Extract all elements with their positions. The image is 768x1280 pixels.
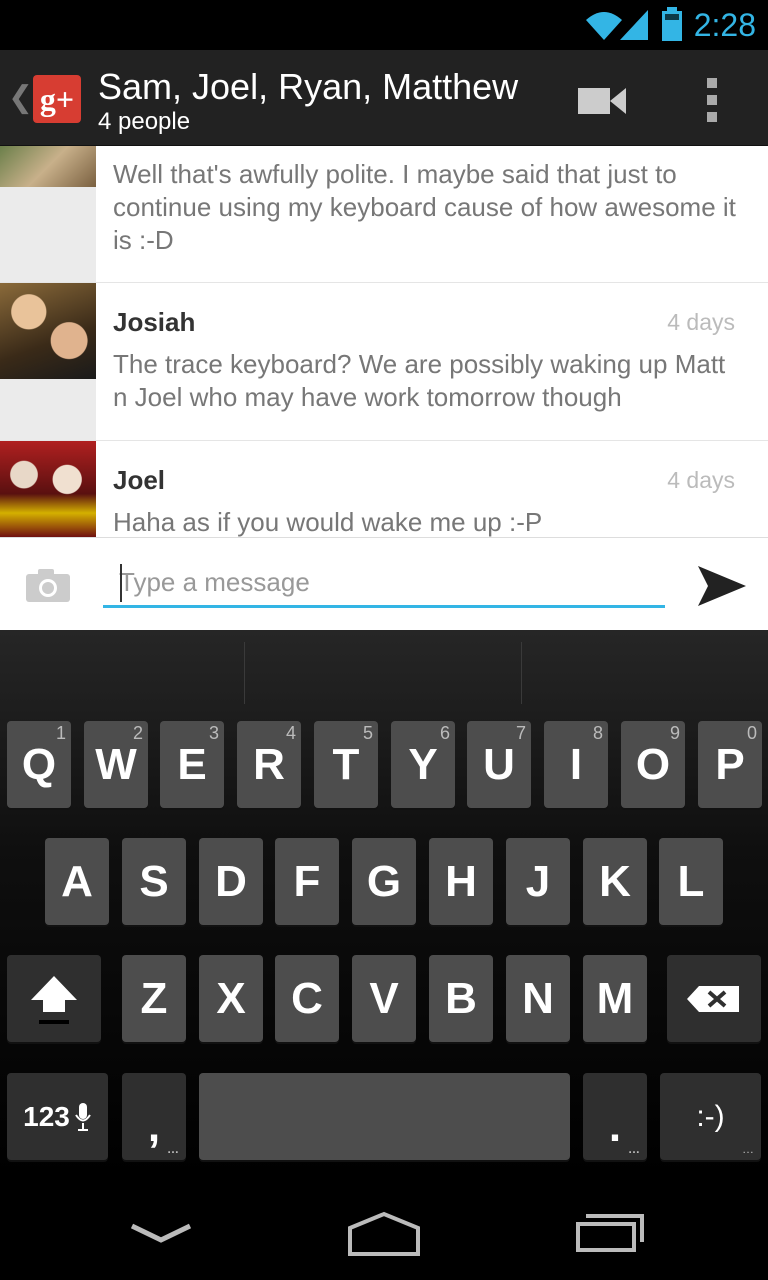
avatar-column (0, 283, 96, 440)
suggestion-divider (521, 642, 522, 704)
avatar (0, 283, 96, 379)
key-v[interactable]: V (352, 955, 416, 1042)
recent-apps-icon[interactable] (572, 1208, 648, 1254)
space-key[interactable] (199, 1073, 570, 1160)
message-item: Well that's awfully polite. I maybe said… (0, 146, 768, 283)
key-c[interactable]: C (275, 955, 339, 1042)
signal-icon (619, 10, 648, 40)
key-f[interactable]: F (275, 838, 339, 925)
period-key[interactable]: . … (583, 1073, 647, 1160)
conversation-title: Sam, Joel, Ryan, Matthew (98, 66, 519, 107)
sender-name: Josiah (113, 307, 196, 337)
backspace-icon (687, 985, 739, 1012)
key-a[interactable]: A (45, 838, 109, 925)
key-z[interactable]: Z (122, 955, 186, 1042)
key-m[interactable]: M (583, 955, 647, 1042)
avatar (0, 441, 96, 537)
action-bar: ❮ g+ Sam, Joel, Ryan, Matthew 4 people (0, 50, 768, 146)
message-list[interactable]: Well that's awfully polite. I maybe said… (0, 146, 768, 537)
key-d[interactable]: D (199, 838, 263, 925)
home-icon[interactable] (344, 1208, 424, 1258)
key-y[interactable]: Y6 (391, 721, 455, 808)
sender-name: Joel (113, 465, 166, 495)
key-b[interactable]: B (429, 955, 493, 1042)
key-t[interactable]: T5 (314, 721, 378, 808)
shift-key[interactable] (7, 955, 101, 1042)
key-k[interactable]: K (583, 838, 647, 925)
key-h[interactable]: H (429, 838, 493, 925)
key-l[interactable]: L (659, 838, 723, 925)
key-o[interactable]: O9 (621, 721, 685, 808)
key-x[interactable]: X (199, 955, 263, 1042)
microphone-icon (75, 1102, 91, 1131)
comma-key[interactable]: , … (122, 1073, 186, 1160)
key-j[interactable]: J (506, 838, 570, 925)
message-text: Well that's awfully polite. I maybe said… (113, 159, 736, 255)
google-plus-logo[interactable]: g+ (33, 75, 81, 123)
symbols-key[interactable]: 123 (7, 1073, 108, 1160)
message-input[interactable] (103, 560, 665, 608)
avatar-column (0, 441, 96, 537)
participant-count: 4 people (98, 108, 191, 135)
text-cursor (120, 564, 122, 602)
back-icon[interactable]: ❮ (8, 80, 33, 115)
message-item: Josiah 4 days The trace keyboard? We are… (0, 283, 768, 441)
compose-bar (0, 537, 768, 630)
send-icon[interactable] (696, 562, 748, 610)
key-w[interactable]: W2 (84, 721, 148, 808)
navigation-bar (0, 1178, 768, 1280)
hide-keyboard-icon[interactable] (126, 1218, 196, 1258)
status-bar: 2:28 (0, 0, 768, 50)
key-i[interactable]: I8 (544, 721, 608, 808)
shift-icon (31, 975, 77, 1024)
avatar (0, 146, 96, 187)
message-timestamp: 4 days (667, 467, 735, 493)
battery-icon (661, 7, 682, 41)
message-item: Joel 4 days Haha as if you would wake me… (0, 441, 768, 537)
key-g[interactable]: G (352, 838, 416, 925)
status-time: 2:28 (693, 6, 756, 43)
soft-keyboard: Q1 W2 E3 R4 T5 Y6 U7 I8 O9 P0 A S D F G … (0, 630, 768, 1178)
message-text: Haha as if you would wake me up :-P (113, 507, 543, 537)
message-text: The trace keyboard? We are possibly waki… (113, 349, 726, 412)
smiley-key[interactable]: :-) … (660, 1073, 761, 1160)
wifi-icon (585, 12, 622, 40)
status-icons: 2:28 (584, 0, 768, 50)
suggestion-divider (244, 642, 245, 704)
key-n[interactable]: N (506, 955, 570, 1042)
key-e[interactable]: E3 (160, 721, 224, 808)
key-s[interactable]: S (122, 838, 186, 925)
backspace-key[interactable] (667, 955, 761, 1042)
key-p[interactable]: P0 (698, 721, 762, 808)
overflow-menu-icon[interactable] (702, 78, 722, 122)
key-q[interactable]: Q1 (7, 721, 71, 808)
message-timestamp: 4 days (667, 309, 735, 335)
video-call-icon[interactable] (576, 80, 628, 120)
key-u[interactable]: U7 (467, 721, 531, 808)
key-r[interactable]: R4 (237, 721, 301, 808)
camera-icon[interactable] (26, 568, 70, 602)
avatar-column (0, 146, 96, 282)
